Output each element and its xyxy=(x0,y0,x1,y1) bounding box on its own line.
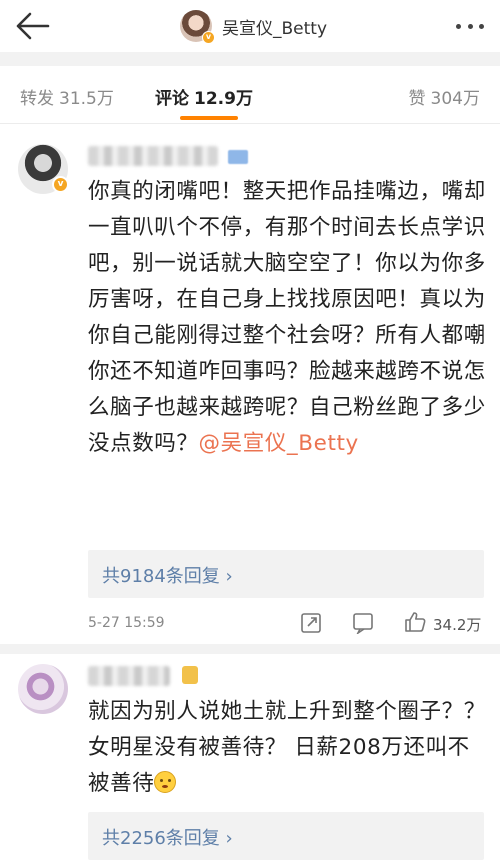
replies-button[interactable]: 共9184条回复 › xyxy=(88,550,484,598)
tab-bar: 转发 31.5万 评论 12.9万 赞 304万 xyxy=(0,66,500,124)
top-nav-bar: v 吴宣仪_Betty xyxy=(0,0,500,52)
comment-divider xyxy=(0,644,500,654)
back-button[interactable] xyxy=(8,6,56,46)
tab-comments[interactable]: 评论 12.9万 xyxy=(155,84,253,109)
page-title: 吴宣仪_Betty xyxy=(222,18,328,39)
replies-button[interactable]: 共2256条回复 › xyxy=(88,812,484,860)
tab-count: 12.9万 xyxy=(194,89,253,109)
comment-icon[interactable] xyxy=(352,612,374,634)
more-dots-icon xyxy=(467,23,473,29)
tab-label: 转发 xyxy=(20,89,54,109)
tab-reposts[interactable]: 转发 31.5万 xyxy=(20,84,114,109)
comment-item: 就因为别人说她土就上升到整个圈子？？ 女明星没有被善待？ 日薪208万还叫不被善… xyxy=(0,654,500,866)
thinking-emoji-icon xyxy=(154,771,177,793)
tab-label: 赞 xyxy=(408,89,426,109)
more-options-button[interactable] xyxy=(450,12,490,40)
like-icon[interactable] xyxy=(403,610,427,634)
more-dots-icon xyxy=(456,23,461,29)
section-separator xyxy=(0,52,500,66)
title-avatar: v xyxy=(180,10,215,44)
tab-label: 评论 xyxy=(155,89,189,109)
more-dots-icon xyxy=(479,23,484,29)
username-blurred[interactable] xyxy=(88,666,170,686)
verified-badge-icon: v xyxy=(52,176,69,193)
active-tab-indicator xyxy=(180,116,238,120)
comment-time: 5-27 15:59 xyxy=(88,615,165,631)
comment-item: v 你真的闭嘴吧！整天把作品挂嘴边，嘴却一直叭叭个不停，有那个时间去长点学识吧，… xyxy=(0,124,500,644)
tab-count: 304万 xyxy=(430,89,480,109)
user-badge-icon xyxy=(182,666,198,684)
comment-text: 就因为别人说她土就上升到整个圈子？？ 女明星没有被善待？ 日薪208万还叫不被善… xyxy=(88,699,486,796)
username-blurred[interactable] xyxy=(88,146,218,166)
share-icon[interactable] xyxy=(300,612,322,634)
replies-label: 共9184条回复 › xyxy=(102,566,233,587)
mention-link[interactable]: @吴宣仪_Betty xyxy=(199,431,359,456)
verified-badge-icon: v xyxy=(202,31,215,44)
tab-likes[interactable]: 赞 304万 xyxy=(409,84,480,109)
title-wrap: v 吴宣仪_Betty xyxy=(180,8,327,44)
back-arrow-icon xyxy=(16,12,50,40)
replies-label: 共2256条回复 › xyxy=(102,828,233,849)
like-count: 34.2万 xyxy=(433,616,482,634)
tab-count: 31.5万 xyxy=(59,89,114,109)
user-level-icon xyxy=(228,150,248,164)
comment-text: 你真的闭嘴吧！整天把作品挂嘴边，嘴却一直叭叭个不停，有那个时间去长点学识吧，别一… xyxy=(88,179,486,456)
avatar[interactable] xyxy=(18,664,68,714)
